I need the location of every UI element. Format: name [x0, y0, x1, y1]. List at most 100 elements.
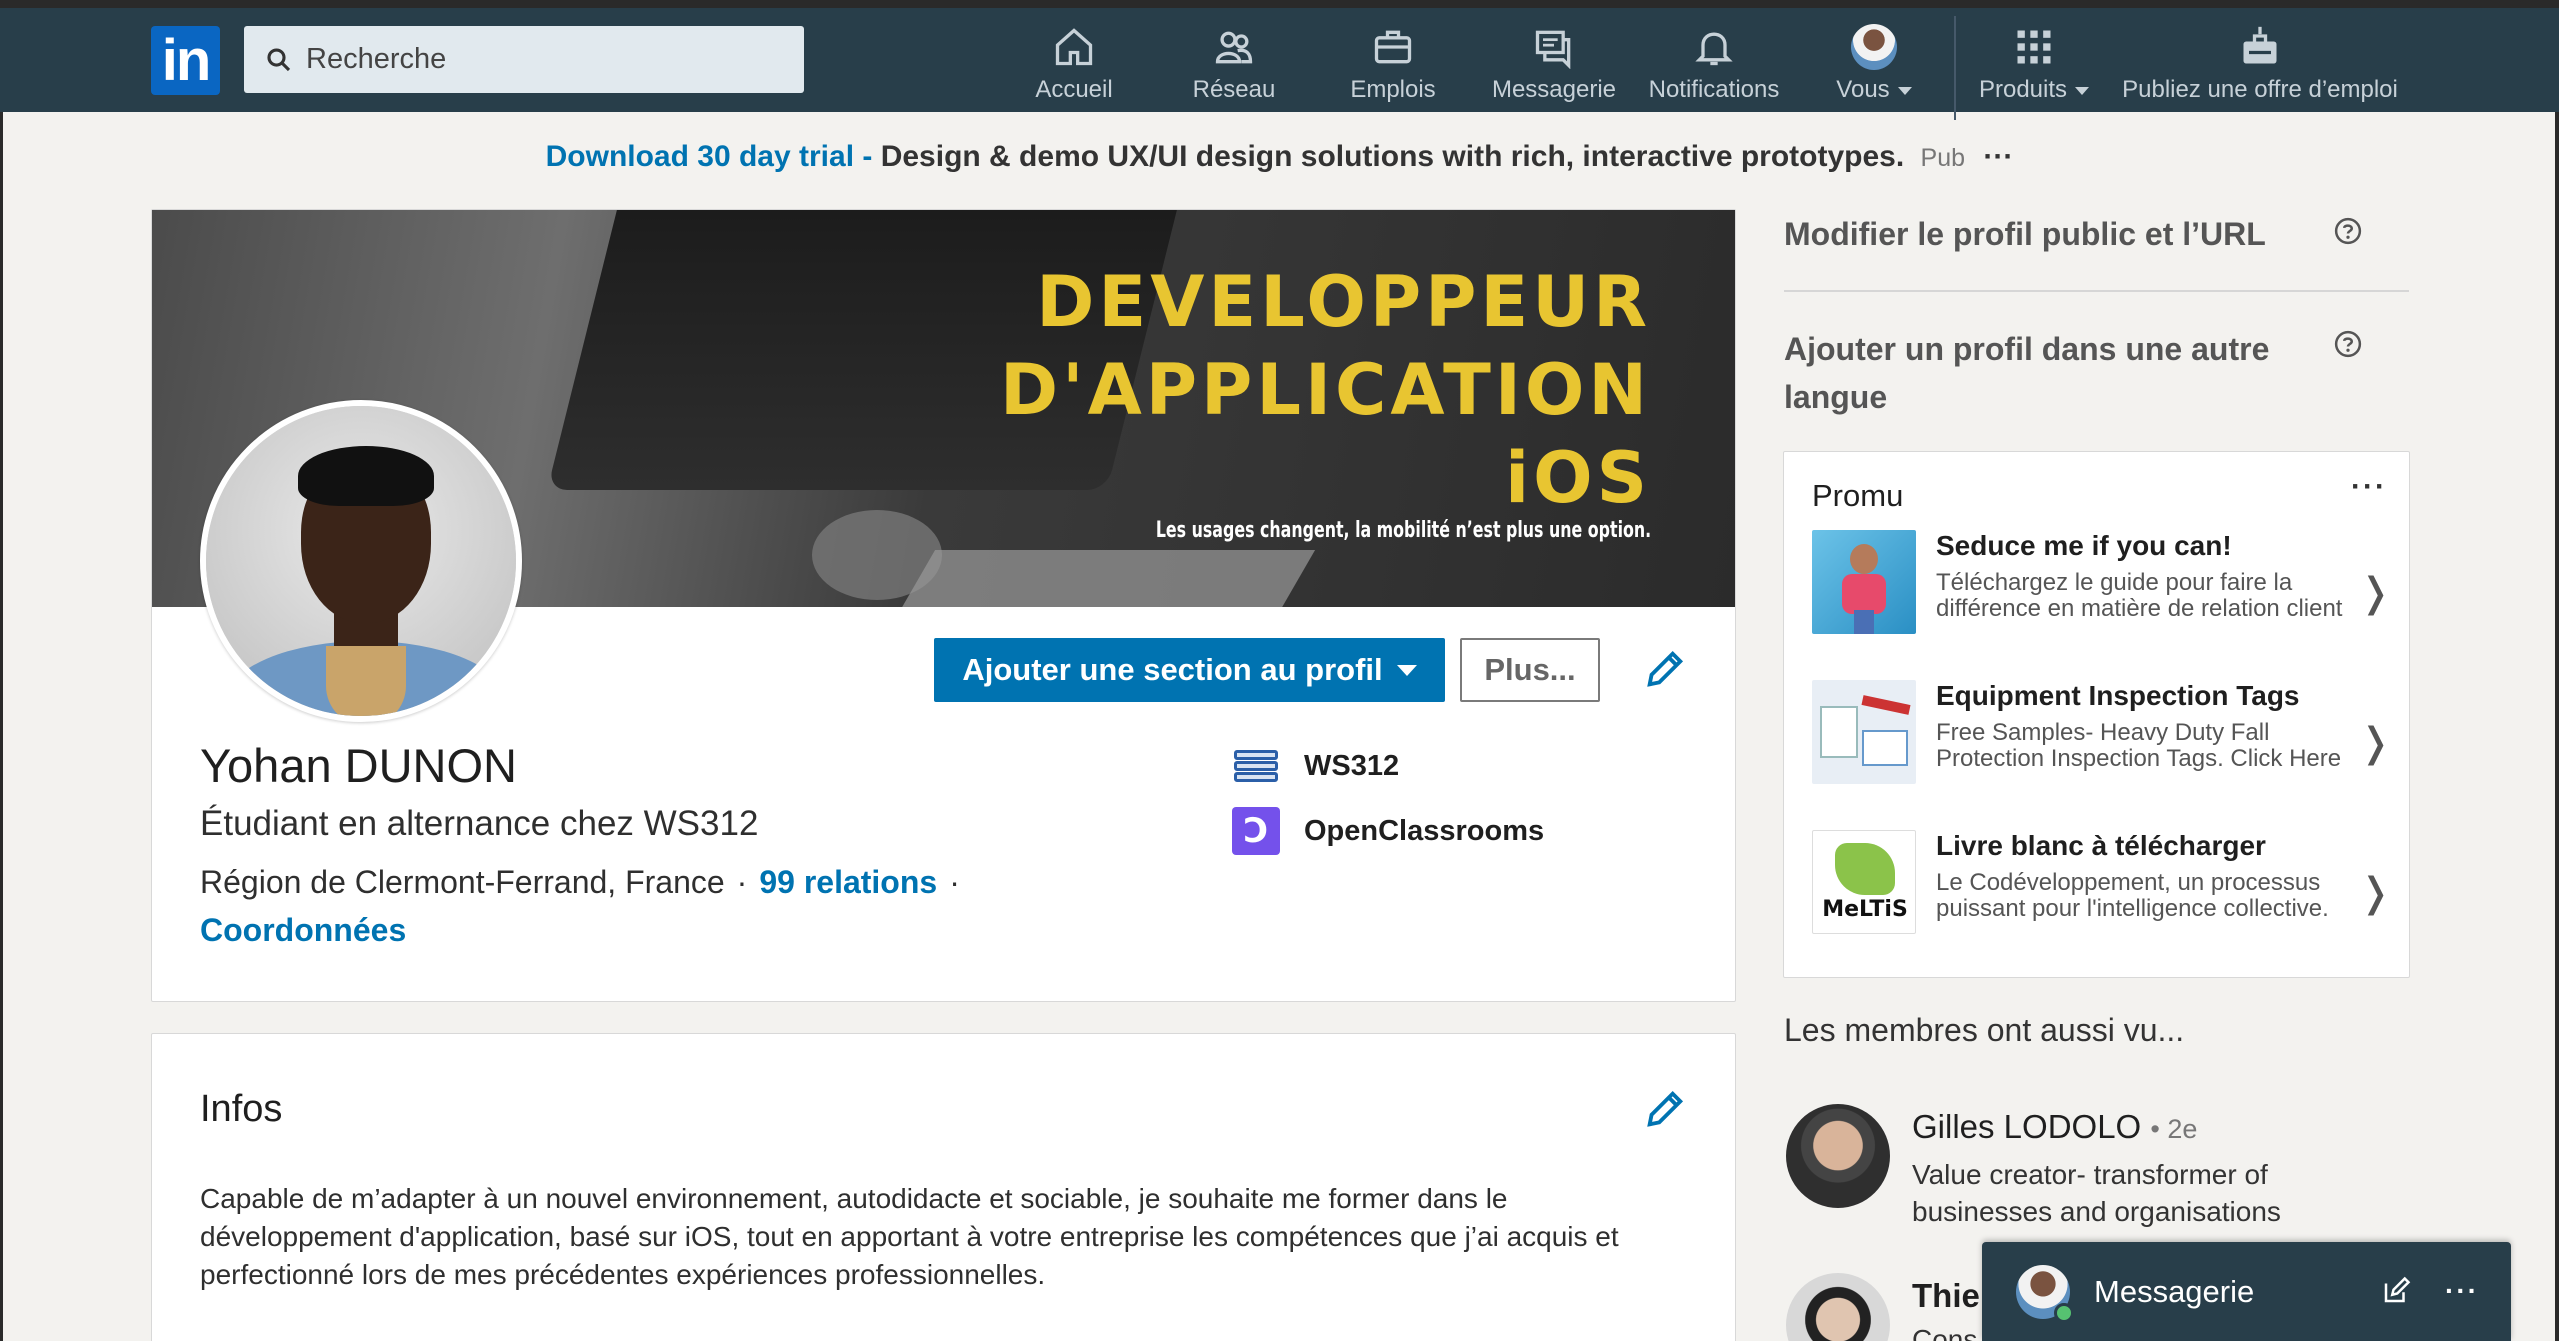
promo-item[interactable]: Equipment Inspection Tags Free Samples- …	[1812, 680, 2392, 810]
messaging-more-dots-icon[interactable]: ···	[2445, 1277, 2479, 1305]
about-card: Infos Capable de m’adapter à un nouvel e…	[151, 1033, 1736, 1341]
window-frame-left	[0, 0, 3, 1341]
nav-messaging-label: Messagerie	[1491, 76, 1617, 103]
about-text: Capable de m’adapter à un nouvel environ…	[200, 1183, 1619, 1290]
openclassrooms-logo: Ↄ	[1232, 807, 1280, 855]
chevron-right-icon: ❭	[2358, 871, 2392, 915]
member-name[interactable]: Gilles LODOLO	[1912, 1108, 2141, 1145]
member-headline: Value creator- transformer of businesses…	[1912, 1159, 2281, 1227]
more-button[interactable]: Plus...	[1460, 638, 1600, 702]
add-language-profile-link[interactable]: Ajouter un profil dans une autre langue	[1784, 325, 2304, 421]
home-icon	[1055, 28, 1093, 66]
rail-divider	[1784, 290, 2409, 292]
banner-subtitle: Les usages changent, la mobilité n’est p…	[1155, 518, 1651, 543]
profile-card: DEVELOPPEUR D'APPLICATION iOS Les usages…	[151, 209, 1736, 1002]
help-icon[interactable]	[2333, 216, 2363, 246]
profile-location: Région de Clermont-Ferrand, France	[200, 864, 725, 900]
nav-divider	[1954, 16, 1956, 120]
promo-description: Free Samples- Heavy Duty Fall Protection…	[1936, 719, 2342, 772]
help-icon[interactable]	[2333, 329, 2363, 359]
nav-products[interactable]: Produits	[1968, 24, 2100, 106]
chevron-down-icon	[1897, 86, 1912, 95]
chevron-down-icon	[2075, 86, 2090, 95]
promo-headline: Livre blanc à télécharger	[1936, 830, 2266, 861]
about-title: Infos	[200, 1088, 283, 1130]
nav-network-label: Réseau	[1192, 76, 1276, 103]
nav-notifications[interactable]: Notifications	[1640, 24, 1788, 106]
messaging-icon	[1535, 30, 1571, 69]
ad-banner: Download 30 day trial - Design & demo UX…	[0, 140, 2559, 174]
add-profile-section-label: Ajouter une section au profil	[962, 652, 1383, 687]
promo-item[interactable]: MeLTiS Livre blanc à télécharger Le Codé…	[1812, 830, 2392, 960]
search-box[interactable]	[244, 26, 804, 93]
relations-link[interactable]: 99 relations	[759, 864, 937, 900]
org-openclassrooms[interactable]: Ↄ OpenClassrooms	[1232, 807, 1544, 855]
nav-post-job-label: Publiez une offre d’emploi	[2122, 76, 2398, 103]
profile-headline: Étudiant en alternance chez WS312	[200, 804, 759, 843]
chevron-right-icon: ❭	[2358, 571, 2392, 615]
ad-more-dots-icon[interactable]: ···	[1983, 140, 2013, 173]
nav-notifications-label: Notifications	[1648, 76, 1780, 103]
avatar	[1786, 1104, 1890, 1208]
nav-post-job[interactable]: Publiez une offre d’emploi	[2112, 24, 2408, 106]
search-icon	[267, 47, 291, 71]
promo-headline: Seduce me if you can!	[1936, 530, 2232, 561]
window-frame-right	[2555, 0, 2559, 1341]
edit-intro-button[interactable]	[1642, 646, 1688, 692]
org-ws312[interactable]: WS312	[1232, 742, 1399, 790]
people-also-viewed-title: Les membres ont aussi vu...	[1784, 1012, 2185, 1048]
nav-products-label: Produits	[1978, 76, 2068, 103]
avatar	[1851, 24, 1897, 70]
promo-description: Le Codéveloppement, un processus puissan…	[1936, 869, 2329, 922]
grid-icon	[2017, 30, 2051, 64]
messaging-dock-label: Messagerie	[2094, 1273, 2255, 1309]
ad-text[interactable]: Design & demo UX/UI design solutions wit…	[881, 140, 1905, 173]
ad-pub-label: Pub	[1920, 144, 1966, 172]
profile-name: Yohan DUNON	[200, 739, 517, 792]
member-name[interactable]: Thier	[1912, 1277, 1993, 1314]
compose-icon[interactable]	[2381, 1276, 2411, 1306]
nav-jobs[interactable]: Emplois	[1343, 24, 1443, 106]
promo-thumbnail	[1812, 530, 1916, 634]
profile-location-line: Région de Clermont-Ferrand, France · 99 re…	[200, 864, 960, 900]
chevron-right-icon: ❭	[2358, 721, 2392, 765]
add-profile-section-button[interactable]: Ajouter une section au profil	[934, 638, 1445, 702]
search-input[interactable]	[306, 43, 776, 76]
nav-home-label: Accueil	[1035, 76, 1113, 103]
ws312-logo	[1232, 742, 1280, 790]
pencil-icon	[1647, 1090, 1684, 1127]
briefcase-icon	[1374, 30, 1412, 64]
contact-info-link[interactable]: Coordonnées	[200, 912, 406, 949]
nav-me-label: Vous	[1836, 76, 1890, 103]
network-icon	[1215, 31, 1253, 64]
promo-description: Téléchargez le guide pour faire la diffé…	[1936, 569, 2343, 622]
top-nav-bar: in Accueil Réseau Emplois Messagerie Not…	[0, 8, 2559, 120]
messaging-dock[interactable]: Messagerie ···	[1982, 1242, 2511, 1341]
org-ws312-label: WS312	[1304, 749, 1400, 782]
avatar	[1786, 1273, 1890, 1341]
edit-public-profile-link[interactable]: Modifier le profil public et l’URL	[1784, 210, 2304, 258]
promoted-more-dots-icon[interactable]: ···	[2351, 470, 2387, 504]
banner-title: DEVELOPPEUR D'APPLICATION iOS	[1000, 261, 1651, 519]
nav-home[interactable]: Accueil	[1026, 24, 1122, 106]
edit-about-button[interactable]	[1642, 1086, 1688, 1132]
linkedin-logo[interactable]: in	[151, 26, 220, 95]
post-job-icon	[2243, 26, 2277, 64]
chevron-down-icon	[1396, 664, 1417, 676]
bell-icon	[1695, 32, 1733, 66]
online-status-dot	[2054, 1302, 2074, 1323]
window-top-strip	[0, 0, 2559, 8]
profile-photo[interactable]	[200, 400, 522, 722]
member-degree: • 2e	[2150, 1114, 2198, 1144]
nav-network[interactable]: Réseau	[1186, 24, 1282, 106]
ad-trial-link[interactable]: Download 30 day trial -	[546, 140, 873, 173]
promoted-card: Promu ··· Seduce me if you can! Téléchar…	[1783, 451, 2410, 978]
nav-jobs-label: Emplois	[1350, 76, 1436, 103]
nav-me[interactable]: Vous	[1826, 24, 1922, 106]
promoted-title: Promu	[1812, 478, 1904, 513]
org-openclassrooms-label: OpenClassrooms	[1304, 814, 1545, 847]
promo-item[interactable]: Seduce me if you can! Téléchargez le gui…	[1812, 530, 2392, 660]
nav-messaging[interactable]: Messagerie	[1484, 24, 1624, 106]
promo-thumbnail	[1812, 680, 1916, 784]
avatar	[2016, 1264, 2074, 1323]
